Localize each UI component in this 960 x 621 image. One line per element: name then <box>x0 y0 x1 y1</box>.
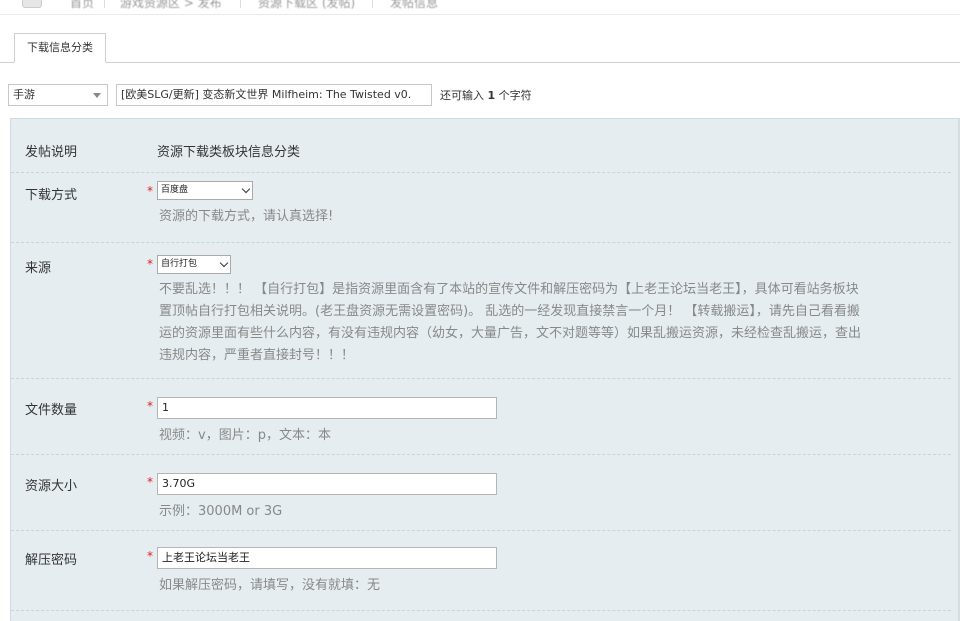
form-row-source: 来源 * 自行打包 不要乱选！！！ 【自行打包】是指资源里面含有了本站的宣传文件… <box>11 243 951 379</box>
nav-crumb-home[interactable]: 首页 <box>70 0 94 11</box>
source-help-line: 违规内容，严重者直接封号！！！ <box>159 348 355 363</box>
nav-crumb-forum[interactable]: 游戏资源区 > 发布 <box>120 0 222 11</box>
home-icon[interactable] <box>22 0 42 8</box>
source-label: 来源 <box>25 261 52 276</box>
nav-divider <box>240 0 241 8</box>
category-select-value: 手游 <box>13 88 35 101</box>
post-title-input[interactable]: [欧美SLG/更新] 变态新文世界 Milfheim: The Twisted … <box>116 84 432 106</box>
caret-down-icon <box>93 93 101 98</box>
hint-count: 1 <box>487 89 496 102</box>
resource-size-label: 资源大小 <box>25 479 78 494</box>
chevron-down-icon <box>241 184 251 194</box>
required-marker: * <box>147 184 153 198</box>
nav-divider <box>104 0 105 8</box>
source-value: 自行打包 <box>161 259 198 269</box>
unzip-password-label: 解压密码 <box>25 553 78 568</box>
download-method-value: 百度盘 <box>161 185 189 195</box>
source-help-line: 置顶帖自行打包相关说明。(老王盘资源无需设置密码)。 乱选的一经发现直接禁言一个… <box>159 304 860 319</box>
form-row-resource-size: 资源大小 * 3.70G 示例：3000M or 3G <box>11 455 951 531</box>
form-row-unzip-password: 解压密码 * 上老王论坛当老王 如果解压密码，请填写，没有就填：无 <box>11 531 951 611</box>
file-count-label: 文件数量 <box>25 403 78 418</box>
required-marker: * <box>147 475 153 489</box>
download-method-help: 资源的下载方式，请认真选择! <box>159 209 334 224</box>
unzip-password-help: 如果解压密码，请填写，没有就填：无 <box>159 578 381 593</box>
hint-prefix: 还可输入 <box>440 89 484 102</box>
required-marker: * <box>147 549 153 563</box>
form-row-post-note: 发帖说明 资源下载类板块信息分类 <box>11 119 951 173</box>
nav-divider-line <box>0 14 960 15</box>
chevron-down-icon <box>219 258 229 268</box>
title-length-hint: 还可输入 1 个字符 <box>440 87 532 103</box>
download-method-select[interactable]: 百度盘 <box>157 181 253 200</box>
form-row-file-count: 文件数量 * 1 视频：v，图片：p，文本：本 <box>11 379 951 455</box>
nav-crumb-current[interactable]: 发帖信息 <box>390 0 438 11</box>
resource-size-help: 示例：3000M or 3G <box>159 504 283 519</box>
file-count-input[interactable]: 1 <box>157 397 497 419</box>
form-row-download-method: 下载方式 * 百度盘 资源的下载方式，请认真选择! <box>11 173 951 243</box>
form-panel: 发帖说明 资源下载类板块信息分类 下载方式 * 百度盘 资源的下载方式，请认真选… <box>10 118 960 621</box>
source-help-line: 不要乱选！！！ 【自行打包】是指资源里面含有了本站的宣传文件和解压密码为【上老王… <box>159 282 859 297</box>
category-select[interactable]: 手游 <box>8 84 108 106</box>
download-method-label: 下载方式 <box>25 188 78 203</box>
tab-bar: 下载信息分类 <box>0 33 960 63</box>
unzip-password-input[interactable]: 上老王论坛当老王 <box>157 547 497 569</box>
post-note-text: 资源下载类板块信息分类 <box>157 145 301 160</box>
source-help-line: 运的资源里面有些什么内容，有没有违规内容（幼女，大量广告，文不对题等等）如果乱搬… <box>159 326 862 341</box>
source-select[interactable]: 自行打包 <box>157 255 231 274</box>
post-note-label: 发帖说明 <box>25 145 78 160</box>
nav-crumb-section[interactable]: 资源下载区 (发帖) <box>258 0 355 11</box>
required-marker: * <box>147 257 153 271</box>
hint-suffix: 个字符 <box>498 89 532 102</box>
required-marker: * <box>147 399 153 413</box>
nav-divider <box>372 0 373 8</box>
top-nav: 首页 游戏资源区 > 发布 资源下载区 (发帖) 发帖信息 <box>0 0 960 14</box>
file-count-help: 视频：v，图片：p，文本：本 <box>159 428 331 443</box>
resource-size-input[interactable]: 3.70G <box>157 473 497 495</box>
tab-download-info[interactable]: 下载信息分类 <box>14 33 106 63</box>
